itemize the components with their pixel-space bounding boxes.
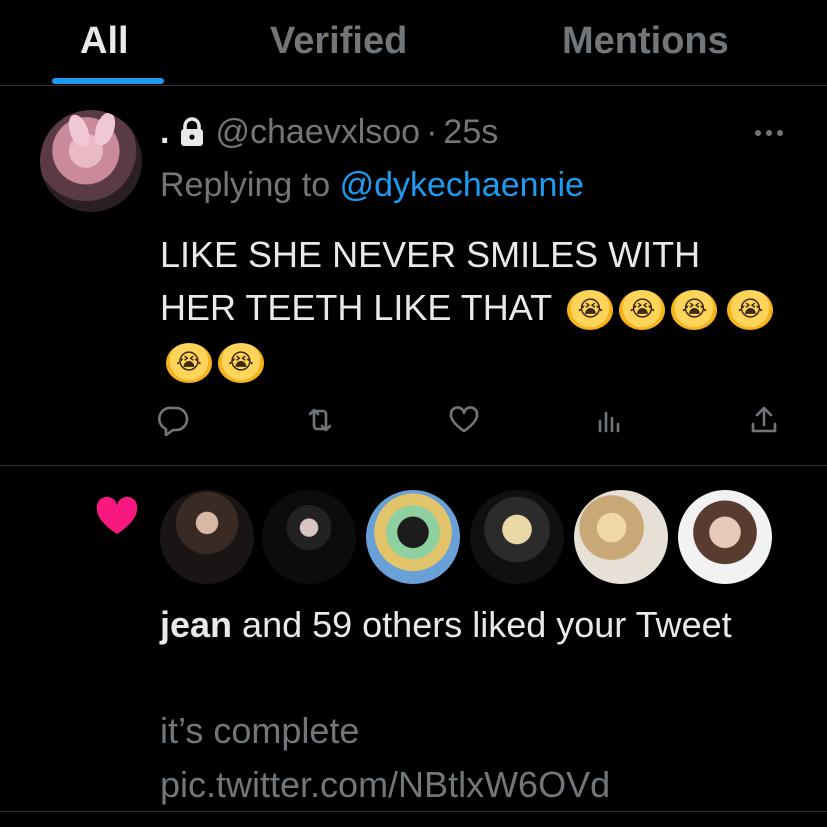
timestamp[interactable]: 25s <box>443 113 498 152</box>
active-tab-indicator <box>52 78 164 84</box>
crying-face-emoji: 😭 <box>166 343 212 384</box>
tab-mentions[interactable]: Mentions <box>562 0 729 86</box>
like-notification[interactable]: jean and 59 others liked your Tweet it’s… <box>0 466 827 827</box>
avatar[interactable] <box>366 490 460 584</box>
display-name[interactable]: . <box>160 113 169 152</box>
crying-face-emoji: 😭 <box>671 290 718 331</box>
notification-message: and 59 others liked your Tweet <box>232 604 732 645</box>
crying-face-emoji: 😭 <box>218 343 264 384</box>
reply-tweet[interactable]: . @chaevxlsoo · 25s Replying to @dykecha… <box>0 86 827 466</box>
tweet-text: LIKE SHE NEVER SMILES WITH HER TEETH LIK… <box>160 228 780 387</box>
avatar[interactable] <box>470 490 564 584</box>
like-icon[interactable] <box>448 404 488 444</box>
tweet-preview: it’s complete pic.twitter.com/NBtlxW6OVd <box>160 710 611 805</box>
lock-icon <box>179 117 205 147</box>
tweet-header: . @chaevxlsoo · 25s <box>160 110 498 154</box>
tab-verified[interactable]: Verified <box>270 0 407 86</box>
avatar[interactable] <box>40 110 142 212</box>
views-icon[interactable] <box>594 404 634 444</box>
handle[interactable]: @chaevxlsoo <box>215 113 420 152</box>
avatar[interactable] <box>262 490 356 584</box>
replying-to-mention[interactable]: @dykechaennie <box>340 166 584 204</box>
tweet-actions <box>0 404 827 444</box>
notifications-tabs: All Verified Mentions <box>0 0 827 86</box>
liker-name[interactable]: jean <box>160 604 232 645</box>
retweet-icon[interactable] <box>304 404 344 444</box>
share-icon[interactable] <box>748 404 788 444</box>
crying-face-emoji: 😭 <box>567 290 614 331</box>
crying-face-emoji: 😭 <box>727 290 774 331</box>
avatar[interactable] <box>678 490 772 584</box>
heart-icon <box>96 496 138 536</box>
divider <box>0 811 827 812</box>
separator: · <box>426 112 438 151</box>
avatar[interactable] <box>574 490 668 584</box>
replying-prefix: Replying to <box>160 166 331 204</box>
notification-text: jean and 59 others liked your Tweet <box>160 598 760 652</box>
replying-to: Replying to @dykechaennie <box>160 166 584 205</box>
avatar[interactable] <box>160 490 254 584</box>
tab-all[interactable]: All <box>80 0 129 86</box>
crying-face-emoji: 😭 <box>619 290 666 331</box>
more-icon[interactable] <box>753 118 785 144</box>
reply-icon[interactable] <box>157 404 198 444</box>
